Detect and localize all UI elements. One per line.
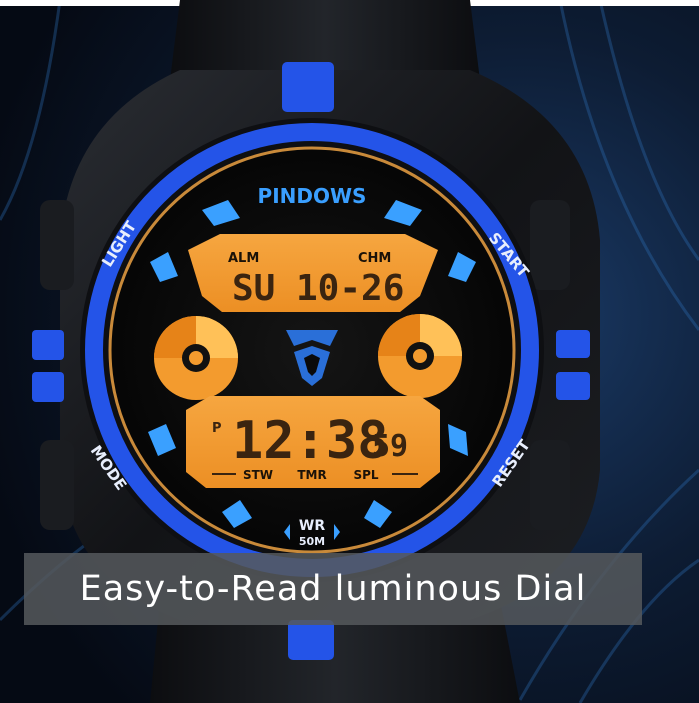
subdial-right bbox=[378, 314, 462, 398]
lcd-alm-label: ALM bbox=[228, 251, 259, 266]
wr-depth-label: 50M bbox=[299, 535, 325, 548]
lcd-mode-label-spl: SPL bbox=[353, 468, 378, 482]
lcd-mode-label-stw: STW bbox=[243, 468, 273, 482]
product-photo: LIGHT START MODE RESET PINDOWS ALM CHM S… bbox=[0, 0, 699, 703]
caption-text: Easy-to-Read luminous Dial bbox=[79, 569, 587, 609]
wr-label: WR bbox=[299, 518, 325, 534]
caption-banner: Easy-to-Read luminous Dial bbox=[24, 553, 642, 625]
lug-accent-bottom bbox=[288, 620, 334, 660]
lcd-seconds-display: 59 bbox=[372, 429, 408, 464]
subdial-left bbox=[154, 316, 238, 400]
lcd-date-display: 10-26 bbox=[296, 268, 404, 309]
lcd-day-display: SU bbox=[232, 268, 275, 309]
lcd-mode-label-tmr: TMR bbox=[297, 468, 326, 482]
lcd-time-display: 12:38 bbox=[232, 411, 389, 471]
lug-accent-top bbox=[282, 62, 334, 112]
lcd-chm-label: CHM bbox=[358, 251, 391, 266]
lcd-pm-indicator: P bbox=[212, 421, 222, 436]
brand-logo-text: PINDOWS bbox=[258, 184, 367, 208]
